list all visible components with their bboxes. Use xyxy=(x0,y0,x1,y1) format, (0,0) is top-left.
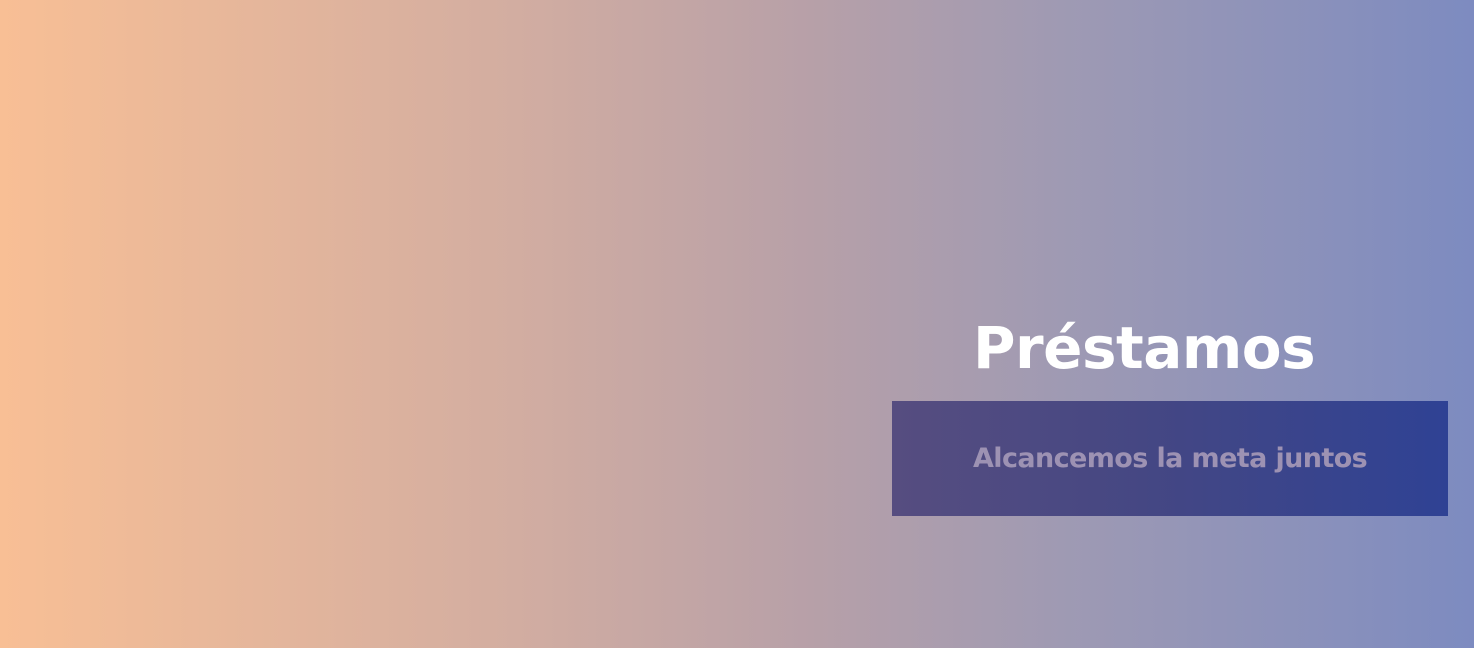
page-title: Préstamos xyxy=(973,314,1316,382)
hero-banner-section: Préstamos Alcancemos la meta juntos xyxy=(0,0,1474,648)
tagline-text: Alcancemos la meta juntos xyxy=(973,443,1368,474)
tagline-panel: Alcancemos la meta juntos xyxy=(892,401,1448,516)
